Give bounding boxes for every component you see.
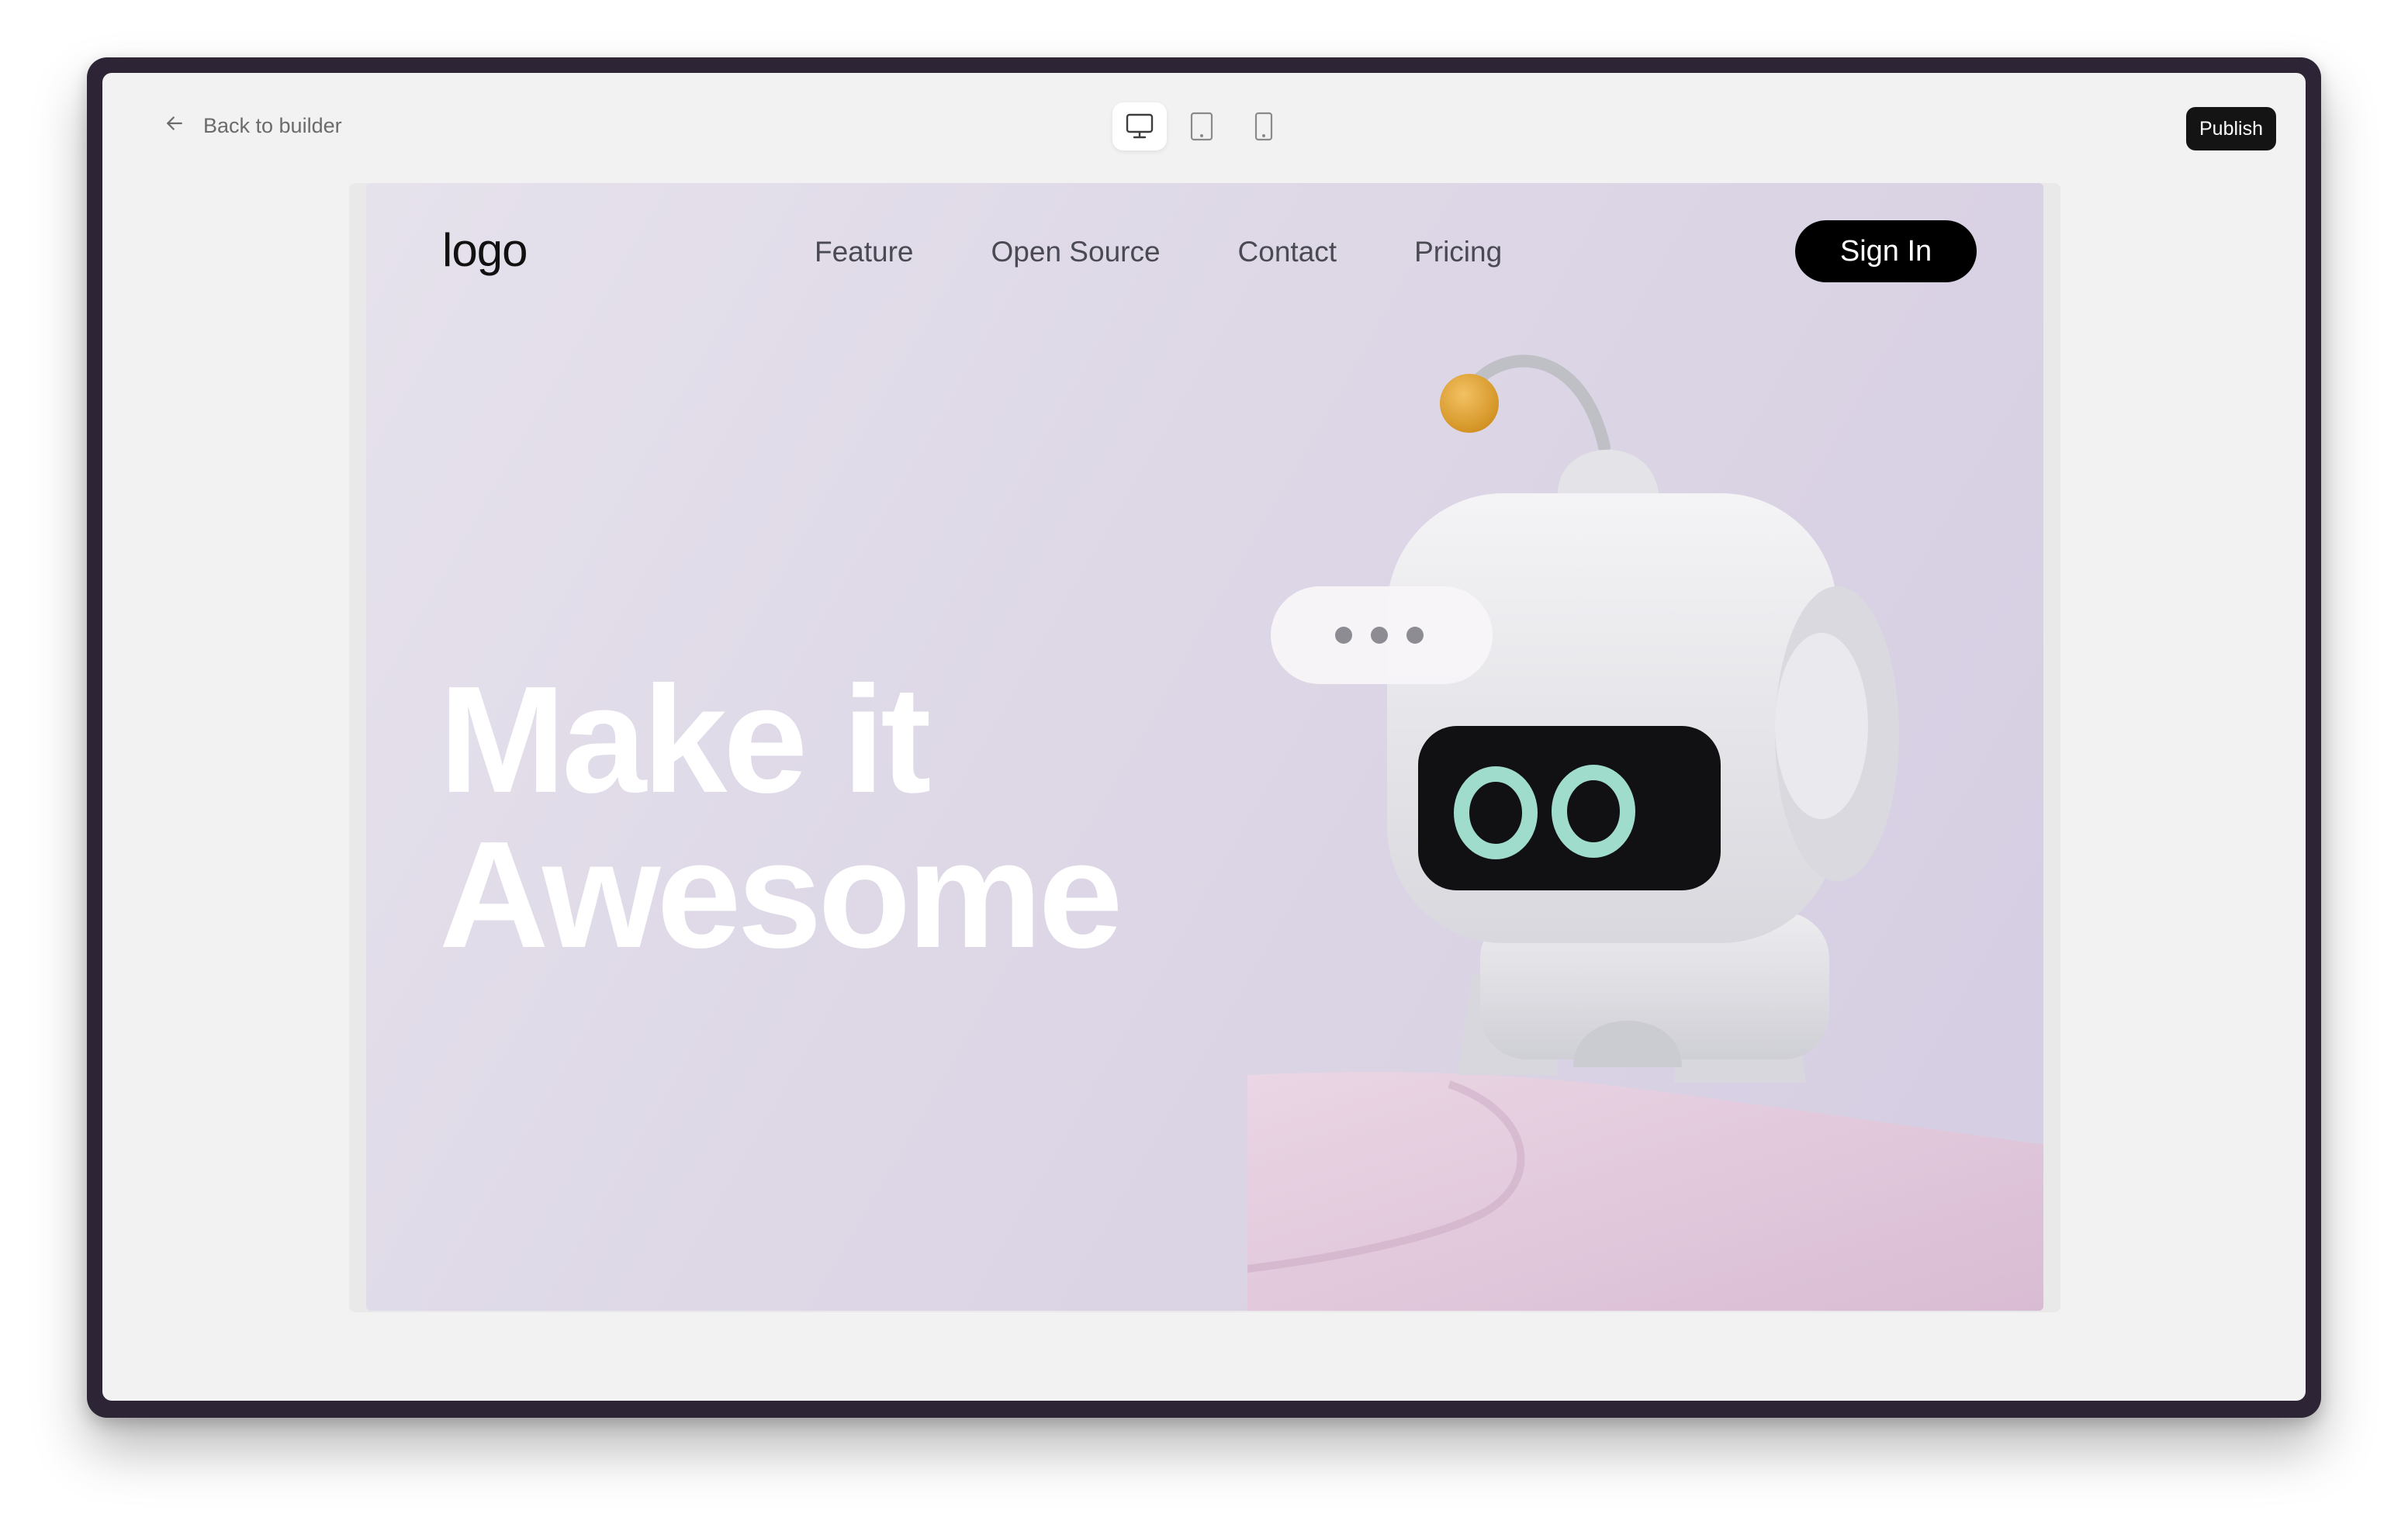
robot-head-cap <box>1558 449 1659 493</box>
mobile-icon <box>1254 112 1273 141</box>
site-logo[interactable]: logo <box>442 223 528 277</box>
antenna-ball <box>1440 374 1499 433</box>
tablet-view-button[interactable] <box>1175 102 1229 150</box>
nav-link-feature[interactable]: Feature <box>815 236 914 268</box>
robot-illustration <box>1247 354 2043 1311</box>
preview-screen: Back to builder Publish logo Feature Ope… <box>102 73 2306 1401</box>
mobile-view-button[interactable] <box>1237 102 1291 150</box>
back-to-builder-label: Back to builder <box>203 113 342 137</box>
website-preview: logo Feature Open Source Contact Pricing… <box>366 183 2043 1311</box>
speech-dot <box>1371 627 1388 644</box>
hero-headline-line-2: Awesome <box>439 810 1123 980</box>
pedestal-shape <box>1247 1072 2043 1311</box>
desktop-view-button[interactable] <box>1112 102 1167 150</box>
back-to-builder-link[interactable]: Back to builder <box>163 110 342 141</box>
hero-headline-line-1: Make it <box>439 655 931 824</box>
hero-headline: Make it Awesome <box>439 655 1123 980</box>
publish-button[interactable]: Publish <box>2186 107 2276 150</box>
robot-ear-disc <box>1775 633 1868 819</box>
arrow-left-icon <box>163 112 186 140</box>
tablet-icon <box>1190 112 1213 141</box>
device-preview-toggle <box>1112 102 1291 150</box>
speech-dot <box>1335 627 1352 644</box>
device-frame: Back to builder Publish logo Feature Ope… <box>87 57 2321 1418</box>
speech-dot <box>1406 627 1424 644</box>
desktop-icon <box>1126 113 1154 139</box>
nav-link-open-source[interactable]: Open Source <box>991 236 1161 268</box>
